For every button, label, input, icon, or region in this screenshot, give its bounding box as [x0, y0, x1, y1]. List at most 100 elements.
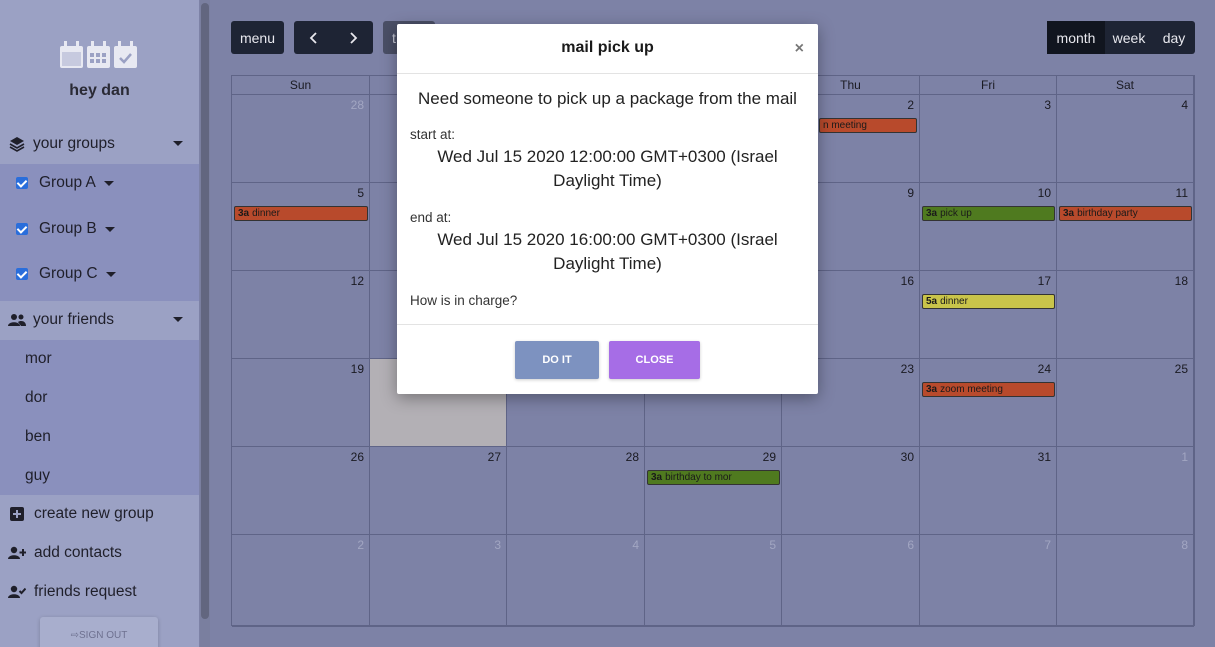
day-number[interactable]: 7: [1044, 538, 1051, 552]
day-cell[interactable]: 4: [507, 535, 645, 627]
menu-button[interactable]: menu: [231, 21, 284, 54]
day-cell[interactable]: 10: [920, 183, 1057, 271]
day-number[interactable]: 6: [907, 538, 914, 552]
day-number[interactable]: 17: [1038, 274, 1051, 288]
day-number[interactable]: 30: [901, 450, 914, 464]
day-cell[interactable]: 19: [232, 359, 370, 447]
day-number[interactable]: 8: [1181, 538, 1188, 552]
day-cell[interactable]: 12: [232, 271, 370, 359]
day-cell[interactable]: 11: [1057, 183, 1194, 271]
day-cell[interactable]: 4: [1057, 95, 1194, 183]
day-number[interactable]: 5: [357, 186, 364, 200]
day-number[interactable]: 16: [901, 274, 914, 288]
layers-icon: [8, 135, 26, 153]
day-number[interactable]: 27: [488, 450, 501, 464]
day-number[interactable]: 5: [769, 538, 776, 552]
calendar-event[interactable]: 5a dinner: [922, 294, 1055, 309]
divider: [397, 324, 818, 325]
group-b-checkbox[interactable]: [16, 223, 28, 235]
your-groups-toggle[interactable]: your groups: [0, 125, 199, 163]
add-contacts-button[interactable]: add contacts: [0, 536, 199, 570]
day-number[interactable]: 28: [351, 98, 364, 112]
day-number[interactable]: 11: [1176, 186, 1188, 200]
day-number[interactable]: 29: [763, 450, 776, 464]
next-button[interactable]: [334, 21, 374, 54]
day-number[interactable]: 1: [1181, 450, 1188, 464]
day-cell[interactable]: 5: [232, 183, 370, 271]
do-it-button[interactable]: DO IT: [515, 341, 599, 379]
day-cell[interactable]: 28: [232, 95, 370, 183]
day-number[interactable]: 4: [632, 538, 639, 552]
user-plus-icon: [8, 544, 26, 562]
day-cell[interactable]: 2: [232, 535, 370, 627]
friend-item[interactable]: guy: [25, 467, 50, 485]
calendar-event[interactable]: 3a dinner: [234, 206, 368, 221]
friend-item[interactable]: mor: [25, 350, 52, 368]
day-number[interactable]: 23: [901, 362, 914, 376]
day-cell[interactable]: 3: [920, 95, 1057, 183]
prev-button[interactable]: [294, 21, 334, 54]
calendar-event[interactable]: 3a zoom meeting: [922, 382, 1055, 397]
view-month-button[interactable]: month: [1047, 21, 1105, 54]
day-cell[interactable]: 18: [1057, 271, 1194, 359]
day-cell[interactable]: 6: [782, 535, 920, 627]
day-cell[interactable]: 25: [1057, 359, 1194, 447]
day-number[interactable]: 31: [1038, 450, 1051, 464]
day-number[interactable]: 4: [1181, 98, 1188, 112]
view-week-button[interactable]: week: [1105, 21, 1153, 54]
chevron-right-icon: [350, 31, 358, 44]
day-number[interactable]: 18: [1175, 274, 1188, 288]
group-item-c[interactable]: Group C: [0, 257, 199, 291]
friend-item[interactable]: ben: [25, 428, 51, 446]
day-number[interactable]: 3: [494, 538, 501, 552]
day-cell[interactable]: 7: [920, 535, 1057, 627]
day-cell[interactable]: 31: [920, 447, 1057, 535]
day-cell[interactable]: 5: [645, 535, 782, 627]
caret-down-icon[interactable]: [105, 271, 116, 277]
day-number[interactable]: 3: [1044, 98, 1051, 112]
calendar-event[interactable]: 3a birthday to mor: [647, 470, 780, 485]
end-value: Wed Jul 15 2020 16:00:00 GMT+0300 (Israe…: [437, 230, 778, 273]
groups-list: Group A Group B Group C: [0, 164, 199, 301]
view-day-button[interactable]: day: [1153, 21, 1195, 54]
day-number[interactable]: 2: [357, 538, 364, 552]
scrollbar-thumb[interactable]: [201, 3, 209, 619]
day-number[interactable]: 28: [626, 450, 639, 464]
group-a-checkbox[interactable]: [16, 177, 28, 189]
day-cell[interactable]: 8: [1057, 535, 1194, 627]
day-number[interactable]: 2: [907, 98, 914, 112]
caret-down-icon[interactable]: [103, 180, 114, 186]
group-c-checkbox[interactable]: [16, 268, 28, 280]
day-number[interactable]: 10: [1038, 186, 1051, 200]
day-cell[interactable]: 30: [782, 447, 920, 535]
day-number[interactable]: 19: [351, 362, 364, 376]
end-label: end at:: [410, 210, 452, 225]
calendar-event[interactable]: n meeting: [819, 118, 917, 133]
day-cell[interactable]: 27: [370, 447, 507, 535]
group-item-a[interactable]: Group A: [0, 166, 199, 200]
sidebar-scrollbar[interactable]: [200, 0, 210, 647]
close-icon[interactable]: ×: [795, 40, 804, 58]
day-cell[interactable]: 3: [370, 535, 507, 627]
day-cell[interactable]: 24: [920, 359, 1057, 447]
day-number[interactable]: 9: [907, 186, 914, 200]
day-cell[interactable]: 1: [1057, 447, 1194, 535]
close-button[interactable]: CLOSE: [609, 341, 700, 379]
caret-down-icon[interactable]: [104, 226, 115, 232]
day-number[interactable]: 12: [351, 274, 364, 288]
sign-out-button[interactable]: ⇨SIGN OUT: [40, 617, 158, 647]
your-friends-toggle[interactable]: your friends: [0, 301, 199, 339]
day-number[interactable]: 24: [1038, 362, 1051, 376]
day-cell[interactable]: 28: [507, 447, 645, 535]
calendar-event[interactable]: 3a birthday party: [1059, 206, 1192, 221]
day-cell[interactable]: 29: [645, 447, 782, 535]
day-number[interactable]: 25: [1175, 362, 1188, 376]
calendar-event[interactable]: 3a pick up: [922, 206, 1055, 221]
group-item-b[interactable]: Group B: [0, 212, 199, 246]
friends-request-button[interactable]: friends request: [0, 575, 199, 609]
day-cell[interactable]: 17: [920, 271, 1057, 359]
day-cell[interactable]: 26: [232, 447, 370, 535]
create-group-button[interactable]: create new group: [0, 497, 199, 531]
day-number[interactable]: 26: [351, 450, 364, 464]
friend-item[interactable]: dor: [25, 389, 47, 407]
